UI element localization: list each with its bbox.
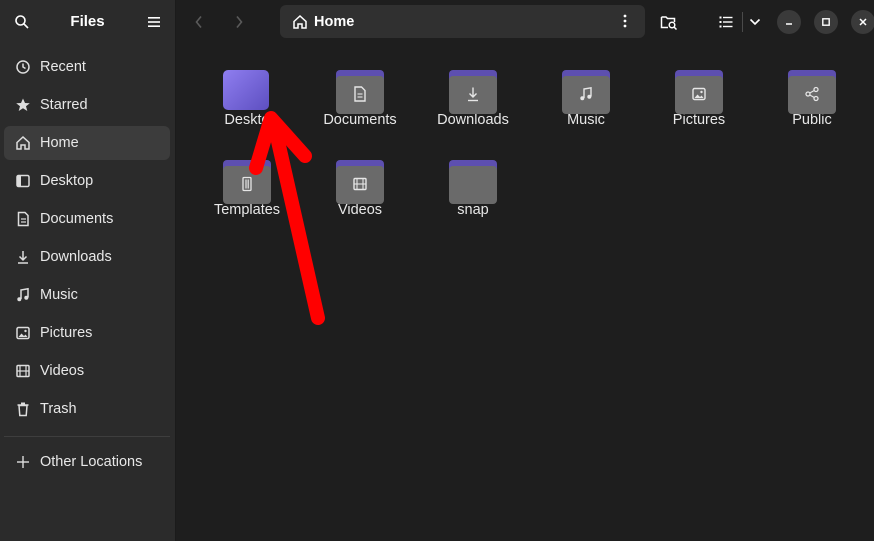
folder-desktop[interactable]: Deskto xyxy=(192,44,302,128)
folder-label: Documents xyxy=(323,112,397,128)
desktop-folder-icon xyxy=(223,70,269,110)
list-view-icon xyxy=(719,16,733,28)
sidebar-item-other-locations[interactable]: Other Locations xyxy=(4,445,170,479)
folder-label: Deskto xyxy=(224,112,270,128)
minimize-button[interactable] xyxy=(777,10,801,34)
music-icon xyxy=(580,86,592,101)
folder-icon xyxy=(562,70,610,114)
minimize-icon xyxy=(786,23,792,25)
folder-icon xyxy=(336,160,384,204)
folder-icon xyxy=(675,70,723,114)
folder-pictures[interactable]: Pictures xyxy=(644,44,754,128)
sidebar-item-recent[interactable]: Recent xyxy=(4,50,170,84)
chevron-down-icon xyxy=(749,18,761,26)
folder-label: Pictures xyxy=(672,112,726,128)
trash-icon xyxy=(17,402,29,417)
path-menu-button[interactable] xyxy=(613,9,637,33)
sidebar-places: Recent Starred Home Desktop Documents Do… xyxy=(0,50,176,430)
folder-public[interactable]: Public xyxy=(757,44,867,128)
plus-icon xyxy=(17,456,29,468)
download-icon xyxy=(18,251,28,264)
sidebar-header: Files xyxy=(0,0,175,44)
folder-icon xyxy=(788,70,836,114)
sidebar-item-trash[interactable]: Trash xyxy=(4,392,170,426)
home-icon xyxy=(16,135,30,150)
sidebar-item-pictures[interactable]: Pictures xyxy=(4,316,170,350)
sidebar-item-label: Videos xyxy=(40,363,85,379)
folder-icon xyxy=(449,70,497,114)
folder-templates[interactable]: Templates xyxy=(192,134,302,218)
chevron-right-icon xyxy=(236,15,243,29)
sidebar-other-section: Other Locations xyxy=(4,445,170,479)
close-icon xyxy=(859,18,867,26)
folder-snap[interactable]: snap xyxy=(418,134,528,218)
clock-icon xyxy=(16,60,30,74)
folder-icon xyxy=(336,70,384,114)
sidebar-item-label: Recent xyxy=(40,59,86,75)
folder-label: Templates xyxy=(213,202,281,218)
chevron-left-icon xyxy=(195,15,202,29)
sidebar-item-label: Trash xyxy=(40,401,77,417)
search-in-folder-button[interactable] xyxy=(655,8,683,36)
sidebar-divider xyxy=(4,436,170,437)
main-menu-button[interactable] xyxy=(140,8,168,36)
folder-label: Music xyxy=(567,112,605,128)
header-bar: Home xyxy=(177,0,874,44)
sidebar-item-downloads[interactable]: Downloads xyxy=(4,240,170,274)
sidebar-item-documents[interactable]: Documents xyxy=(4,202,170,236)
folder-downloads[interactable]: Downloads xyxy=(418,44,528,128)
path-current-label: Home xyxy=(314,13,355,30)
path-bar[interactable]: Home xyxy=(280,5,645,38)
video-icon xyxy=(16,364,30,378)
star-icon xyxy=(16,98,30,111)
sidebar-item-home[interactable]: Home xyxy=(4,126,170,160)
folder-label: Downloads xyxy=(437,112,509,128)
folder-search-icon xyxy=(660,16,678,30)
toolbar-separator xyxy=(742,12,743,32)
back-button[interactable] xyxy=(185,8,213,36)
folder-music[interactable]: Music xyxy=(531,44,641,128)
maximize-icon xyxy=(822,18,830,26)
hamburger-icon xyxy=(148,17,160,27)
sidebar-item-starred[interactable]: Starred xyxy=(4,88,170,122)
template-icon xyxy=(242,176,252,192)
folder-label: Videos xyxy=(337,202,383,218)
forward-button[interactable] xyxy=(225,8,253,36)
sidebar-item-music[interactable]: Music xyxy=(4,278,170,312)
sidebar-item-videos[interactable]: Videos xyxy=(4,354,170,388)
close-button[interactable] xyxy=(851,10,874,34)
file-view: Deskto Documents Downloads Music Picture… xyxy=(177,44,874,541)
view-list-button[interactable] xyxy=(713,8,739,36)
sidebar-item-label: Other Locations xyxy=(40,454,143,470)
share-icon xyxy=(805,86,819,102)
view-options-button[interactable] xyxy=(745,8,765,36)
sidebar-item-label: Starred xyxy=(40,97,88,113)
sidebar-item-label: Pictures xyxy=(40,325,93,341)
document-icon xyxy=(354,86,366,102)
folder-icon xyxy=(449,160,497,204)
sidebar-item-label: Desktop xyxy=(40,173,94,189)
picture-icon xyxy=(16,326,30,340)
sidebar-item-desktop[interactable]: Desktop xyxy=(4,164,170,198)
sidebar-item-label: Music xyxy=(40,287,78,303)
desktop-icon xyxy=(16,174,30,188)
vertical-dots-icon xyxy=(623,14,627,28)
folder-label: Public xyxy=(792,112,832,128)
maximize-button[interactable] xyxy=(814,10,838,34)
sidebar-item-label: Documents xyxy=(40,211,114,227)
folder-documents[interactable]: Documents xyxy=(305,44,415,128)
folder-icon xyxy=(223,160,271,204)
download-icon xyxy=(468,87,478,102)
picture-icon xyxy=(692,87,706,101)
folder-label: snap xyxy=(457,202,489,218)
sidebar-item-label: Downloads xyxy=(40,249,112,265)
video-icon xyxy=(353,177,367,191)
music-icon xyxy=(17,287,29,302)
sidebar-item-label: Home xyxy=(40,135,79,151)
folder-videos[interactable]: Videos xyxy=(305,134,415,218)
sidebar: Files Recent Starred Home Desktop Docume… xyxy=(0,0,176,541)
home-icon xyxy=(293,14,307,29)
document-icon xyxy=(17,211,29,227)
